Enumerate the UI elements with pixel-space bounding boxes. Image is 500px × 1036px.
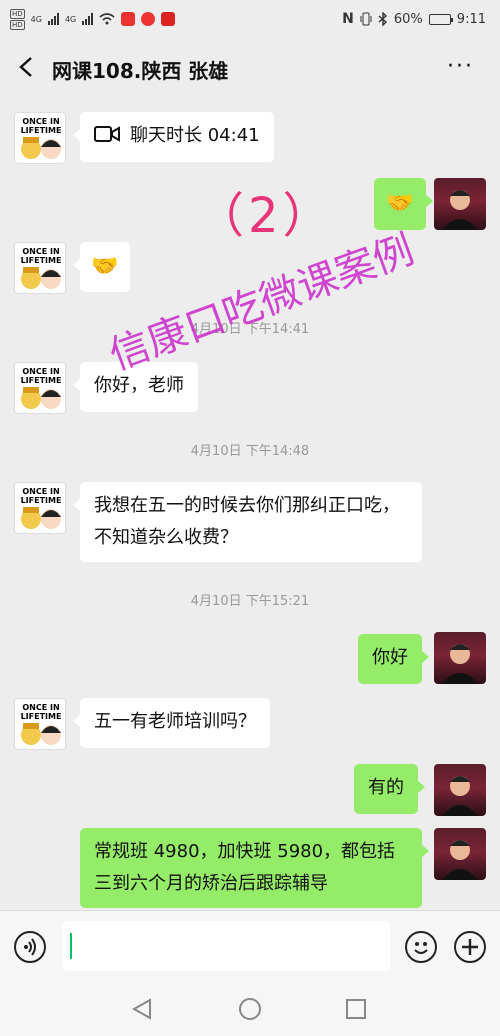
message-text: 常规班 4980，加快班 5980，都包括三到六个月的矫治后跟踪辅导	[94, 841, 396, 894]
avatar-text: ONCE IN	[22, 367, 59, 376]
more-options-icon[interactable]: ···	[447, 56, 474, 78]
status-bar: HD HD 4G 4G N 60% 9:11	[0, 0, 500, 38]
message-bubble[interactable]: 我想在五一的时候去你们那纠正口吃，不知道杂么收费？	[73, 482, 422, 562]
network-label: 4G	[30, 14, 42, 24]
app-notification-icon	[121, 12, 136, 26]
contact-avatar[interactable]: ONCE IN LIFETIME	[14, 112, 66, 164]
voice-input-icon[interactable]	[14, 931, 46, 963]
emoji-bubble[interactable]: 🤝	[73, 242, 130, 292]
video-call-icon	[94, 126, 120, 142]
message-bubble[interactable]: 常规班 4980，加快班 5980，都包括三到六个月的矫治后跟踪辅导	[80, 828, 429, 908]
text-caret	[70, 933, 72, 959]
system-nav-bar	[0, 982, 500, 1036]
message-text: 你好，老师	[94, 375, 184, 396]
timestamp: 4月10日 下午15:21	[190, 594, 310, 609]
emoji-picker-icon[interactable]	[405, 931, 437, 963]
bluetooth-icon	[378, 12, 387, 26]
avatar-text: LIFETIME	[21, 256, 62, 265]
message-text: 我想在五一的时候去你们那纠正口吃，不知道杂么收费？	[94, 495, 400, 548]
nav-recent-apps-icon[interactable]	[346, 999, 366, 1019]
vibrate-icon	[360, 12, 372, 26]
message-input[interactable]	[62, 921, 390, 971]
timestamp: 4月10日 下午14:48	[190, 444, 310, 459]
teacher-avatar[interactable]	[434, 764, 486, 816]
call-duration-bubble[interactable]: 聊天时长 04:41	[73, 112, 274, 162]
teacher-avatar[interactable]	[434, 178, 486, 230]
wifi-icon	[99, 13, 115, 25]
signal-icon	[82, 13, 94, 25]
clock: 9:11	[456, 11, 486, 27]
signal-icon	[47, 13, 59, 25]
avatar-text: ONCE IN	[22, 487, 59, 496]
message-text: 五一有老师培训吗？	[94, 711, 256, 732]
nfc-icon: N	[342, 11, 354, 27]
avatar-text: ONCE IN	[22, 247, 59, 256]
contact-avatar[interactable]: ONCE IN LIFETIME	[14, 482, 66, 534]
network-label: 4G	[64, 14, 77, 24]
battery-percent: 60%	[393, 11, 423, 27]
back-arrow-icon[interactable]	[18, 56, 34, 78]
input-bar	[0, 910, 500, 982]
more-functions-icon[interactable]	[454, 931, 486, 963]
battery-icon	[428, 13, 453, 25]
message-text: 你好	[372, 647, 408, 668]
nav-back-icon[interactable]	[132, 998, 152, 1020]
app-notification-icon	[141, 12, 156, 26]
call-duration-text: 聊天时长 04:41	[130, 125, 260, 146]
handshake-icon: 🤝	[91, 254, 119, 279]
avatar-text: LIFETIME	[21, 376, 62, 385]
message-bubble[interactable]: 你好	[358, 634, 429, 684]
avatar-text: LIFETIME	[21, 712, 62, 721]
avatar-text: LIFETIME	[21, 126, 62, 135]
contact-avatar[interactable]: ONCE IN LIFETIME	[14, 362, 66, 414]
message-bubble[interactable]: 有的	[354, 764, 425, 814]
avatar-text: ONCE IN	[22, 703, 59, 712]
contact-avatar[interactable]: ONCE IN LIFETIME	[14, 242, 66, 294]
teacher-avatar[interactable]	[434, 828, 486, 880]
avatar-text: LIFETIME	[21, 496, 62, 505]
avatar-text: ONCE IN	[22, 117, 59, 126]
app-notification-icon	[161, 12, 176, 26]
message-text: 有的	[368, 777, 404, 798]
contact-avatar[interactable]: ONCE IN LIFETIME	[14, 698, 66, 750]
hd-badge: HD	[10, 19, 25, 30]
chat-title: 网课108.陕西 张雄	[52, 59, 229, 83]
overlay-number-label: （2）	[196, 188, 335, 244]
hd-badge: HD	[10, 8, 25, 19]
nav-home-icon[interactable]	[239, 998, 261, 1020]
message-bubble[interactable]: 五一有老师培训吗？	[73, 698, 270, 748]
chat-header: 网课108.陕西 张雄 ···	[0, 38, 500, 100]
teacher-avatar[interactable]	[434, 632, 486, 684]
